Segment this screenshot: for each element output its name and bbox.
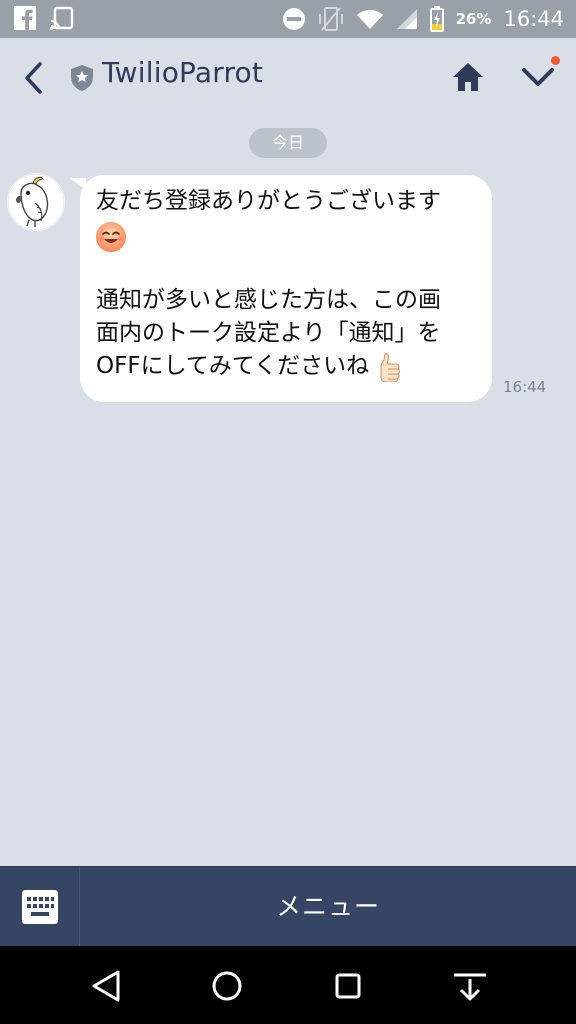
message-time: 16:44: [503, 378, 547, 396]
cast-icon: [50, 6, 74, 30]
facebook-icon: [14, 6, 36, 30]
vibrate-icon: [318, 7, 343, 31]
menu-button[interactable]: メニュー: [80, 867, 576, 947]
notification-dot: [551, 56, 560, 65]
message-line-text: OFFにしてみてくださいね: [96, 353, 370, 379]
status-bar: 26% 16:44: [0, 0, 576, 38]
recents-square-icon[interactable]: [328, 966, 368, 1006]
message-line: 通知が多いと感じた方は、この画: [96, 287, 441, 313]
message-line: 面内のトーク設定より「通知」を: [96, 320, 441, 346]
keyboard-toggle-button[interactable]: [0, 867, 80, 947]
hide-keyboard-icon[interactable]: [450, 966, 490, 1006]
rich-menu-bar: メニュー: [0, 866, 576, 947]
chat-title: TwilioParrot: [102, 56, 264, 89]
message-last-line: OFFにしてみてくださいね: [96, 350, 478, 383]
message-emoji-line: [96, 218, 478, 252]
home-icon[interactable]: [450, 60, 486, 94]
message-bubble[interactable]: 友だち登録ありがとうございます 通知が多いと感じた方は、この画 面内のトーク設定…: [80, 175, 492, 402]
dropdown-button[interactable]: [518, 56, 560, 96]
cockatoo-avatar: [7, 173, 65, 231]
message-line: 友だち登録ありがとうございます: [96, 188, 441, 214]
back-icon[interactable]: [18, 58, 50, 98]
wifi-icon: [356, 9, 383, 29]
battery-icon: [429, 6, 444, 32]
signal-icon: [396, 9, 417, 29]
date-separator: 今日: [249, 128, 327, 158]
official-shield-icon: [71, 65, 93, 91]
keyboard-icon: [22, 890, 58, 924]
line-chat-screen: 26% 16:44 TwilioParrot 今日 友だち登録ありがとうございま…: [0, 0, 576, 1024]
home-circle-icon[interactable]: [207, 966, 247, 1006]
message-line: [96, 251, 478, 284]
dnd-icon: [282, 8, 305, 30]
battery-percent: 26%: [455, 10, 492, 28]
thumbs-up-emoji: [380, 352, 401, 382]
clock: 16:44: [503, 7, 564, 31]
smiling-face-emoji: [96, 222, 126, 252]
back-triangle-icon[interactable]: [86, 966, 126, 1006]
navigation-bar: [0, 946, 576, 1024]
chat-header: TwilioParrot: [0, 38, 576, 116]
avatar[interactable]: [7, 173, 65, 231]
